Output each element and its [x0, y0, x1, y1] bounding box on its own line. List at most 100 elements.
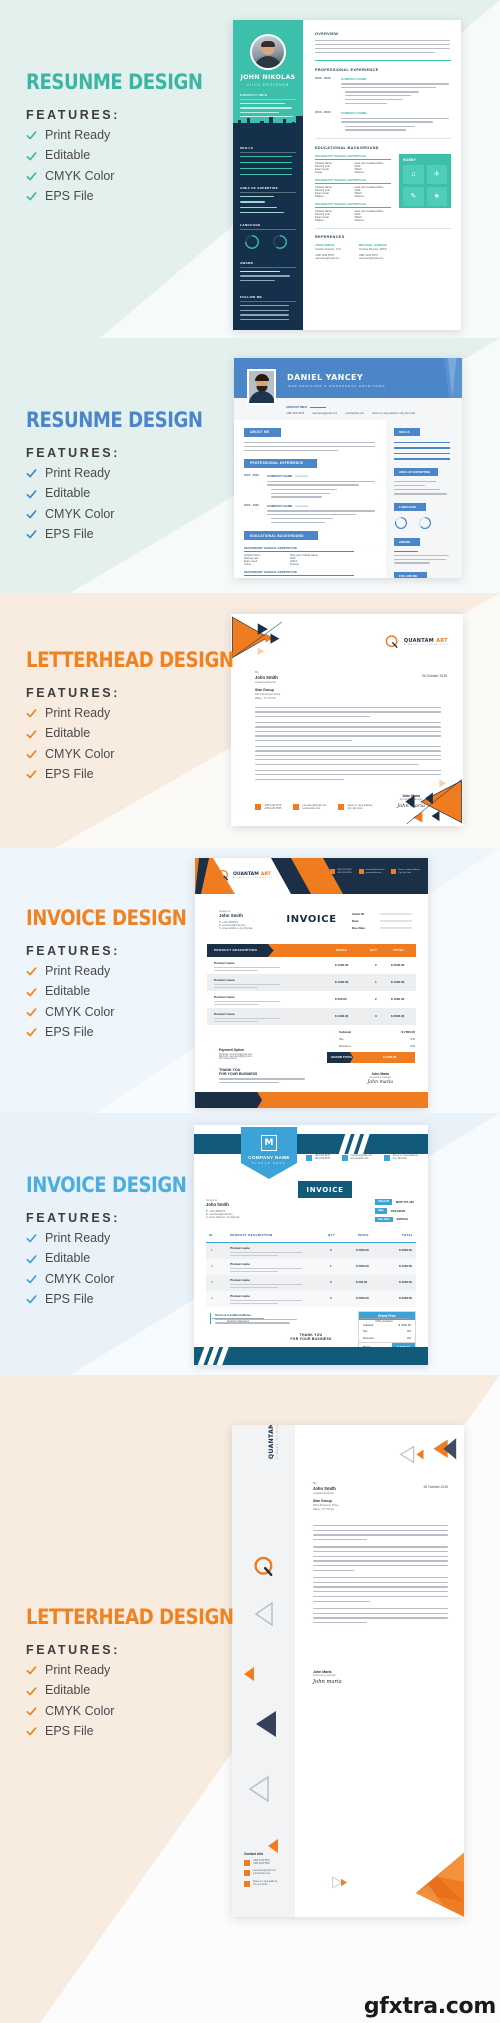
feature-item: Print Ready	[26, 1231, 213, 1246]
resume-document-blue: DANIEL YANCEY WEB DESIGNER & WORDPRESS D…	[234, 358, 462, 578]
location-icon	[338, 804, 345, 810]
contact-info-label: CONTACT INFO	[286, 405, 307, 409]
header-polygon-decor	[444, 358, 462, 398]
row-total: $ 3000.00	[399, 1296, 412, 1300]
row-price: $ 1000.00	[335, 1014, 349, 1018]
check-icon	[26, 1233, 37, 1244]
sidebar-section-title: LANGUAGE	[240, 223, 261, 227]
panel-text-block: LETTERHEAD DESIGN FEATURES: Print Ready …	[26, 650, 267, 788]
reference-entry: MICHAEL JORDAN Creative Director, ABCD +…	[359, 243, 387, 260]
footer-contact-line: Street no, area address,	[253, 1880, 278, 1883]
row-qty: 3	[330, 1296, 332, 1300]
column-header: QTY	[370, 948, 378, 952]
education-title: SECONDARY SCHOOL CERTIFICATE	[244, 546, 354, 552]
check-icon	[26, 1274, 37, 1285]
check-icon	[26, 509, 37, 520]
feature-item: CMYK Color	[26, 1703, 267, 1719]
check-icon	[26, 468, 37, 479]
features-label: FEATURES:	[26, 108, 120, 122]
feature-label: CMYK Color	[45, 1703, 115, 1718]
thank-you-block: THANK YOU FOR YOUR BUSINESS	[194, 1333, 428, 1341]
meta-value: 26/01/2020	[390, 1208, 406, 1213]
donut-chart-icon	[273, 235, 287, 249]
to-address-2: Waco, TX 76710	[313, 1507, 334, 1511]
row-price: $ 500.00	[356, 1280, 368, 1284]
invoice-to-block: Invoice to John Smith P: +123 4569874 E:…	[219, 910, 253, 930]
education-entry: SECONDARY SCHOOL CERTIFICATE Institute N…	[315, 178, 391, 198]
sidebar-section-contact: CONTACT INFO	[240, 93, 296, 118]
check-icon	[26, 769, 37, 780]
company-name: COMPANY NAME	[248, 1155, 290, 1160]
sidebar-section-title: FOLLOW ME	[240, 295, 263, 299]
letter-date: 26 October 2019	[421, 674, 447, 678]
location-icon	[384, 1155, 391, 1162]
features-label: FEATURES:	[26, 1643, 120, 1657]
footer-contact-line: +880 1234 5678	[253, 1859, 270, 1862]
education-key: Subject	[315, 194, 324, 198]
education-entry: SECONDARY SCHOOL CERTIFICATE Institute N…	[244, 546, 378, 566]
check-icon	[26, 1294, 37, 1305]
donut-chart-icon	[394, 516, 408, 529]
check-icon	[26, 1027, 37, 1038]
brand-tagline: A WAVE OF CREATIVITY	[276, 1425, 279, 1459]
orange-burst-decor	[415, 1852, 464, 1917]
signature-mark: John maria	[313, 1679, 342, 1685]
experience-sub: Designation	[295, 504, 309, 508]
feature-label: EPS File	[45, 1291, 94, 1306]
panel-letterhead-1: LETTERHEAD DESIGN FEATURES: Print Ready …	[0, 593, 500, 848]
reference-role: Creative Director, ABCD	[358, 247, 387, 251]
mail-icon	[358, 869, 364, 875]
experience-company: COMPANY NAME	[267, 503, 293, 508]
experience-dates: 20XX - 20XX	[315, 111, 331, 115]
feature-item: EPS File	[26, 526, 231, 542]
reference-role: Creative Director, XYZ	[315, 247, 341, 251]
invoice-header	[194, 1134, 428, 1154]
hobby-icon-tile: ★	[426, 186, 447, 206]
contact-item: yourwebsite.com	[345, 412, 364, 415]
section-pill: AREA OF EXPERTISE	[394, 467, 439, 476]
row-qty: 2	[375, 997, 377, 1001]
invoice-document-orange: QUANTAM ART A WAVE OF CREATIVITY +880 123…	[195, 858, 428, 1108]
feature-label: Print Ready	[45, 1231, 111, 1245]
invoice-meta: Client ID Date Due Date	[352, 912, 412, 930]
invoice-table: SL PRODUCT DESCRIPTION QTY PRICE TOTAL 1…	[206, 1233, 416, 1307]
meta-label: Client ID	[352, 912, 365, 916]
client-name: John Smith	[219, 913, 243, 918]
feature-label: Print Ready	[45, 706, 111, 720]
feature-label: Print Ready	[45, 128, 111, 142]
feature-item: Editable	[26, 486, 231, 501]
row-qty: 3	[375, 1014, 377, 1018]
feature-item: Print Ready	[26, 1663, 267, 1678]
sidebar-section-language: LANGUAGE	[240, 223, 296, 250]
feature-item: Editable	[26, 1683, 267, 1698]
feature-label: Editable	[45, 1251, 91, 1266]
education-val: Science	[354, 170, 364, 174]
brand-logo: QUANTAM ART A WAVE OF CREATIVITY	[384, 634, 449, 650]
payment-line: Per receipt 2level	[219, 1058, 237, 1060]
quantam-logo-icon	[254, 1556, 273, 1576]
hobby-icon-tile: ✎	[403, 186, 424, 206]
contact-line: City, Zip Code	[392, 1158, 408, 1161]
feature-item: CMYK Color	[26, 1005, 213, 1020]
arrow-decor-bottom	[332, 1876, 347, 1889]
feature-label: EPS File	[45, 526, 94, 541]
row-price: $ 1000.00	[335, 963, 349, 967]
panel-title: RESUNME DESIGN	[26, 70, 203, 94]
footer-contact-line: yourwebsite.com	[302, 807, 321, 810]
feature-label: EPS File	[45, 188, 94, 203]
contact-line: +88 1234 5678	[314, 1155, 330, 1157]
features-label: FEATURES:	[26, 1211, 120, 1225]
section-pill: FOLLOW ME	[394, 571, 428, 578]
location-icon	[391, 869, 397, 875]
feature-item: EPS File	[26, 1724, 267, 1739]
panel-text-block: RESUNME DESIGN FEATURES: Print Ready Edi…	[26, 72, 231, 210]
sidebar-section-title: AREA OF EXPERTISE	[240, 186, 278, 190]
logo-letter: M	[261, 1135, 277, 1151]
feature-label: Editable	[45, 486, 91, 501]
panel-title: LETTERHEAD DESIGN	[26, 648, 234, 672]
panel-text-block: INVOICE DESIGN FEATURES: Print Ready Edi…	[26, 1175, 213, 1313]
panel-title: LETTERHEAD DESIGN	[26, 1605, 234, 1629]
feature-label: Editable	[45, 726, 91, 741]
experience-dates: 20XX - 20XX	[244, 474, 259, 478]
row-price: $ 1000.00	[356, 1248, 369, 1252]
